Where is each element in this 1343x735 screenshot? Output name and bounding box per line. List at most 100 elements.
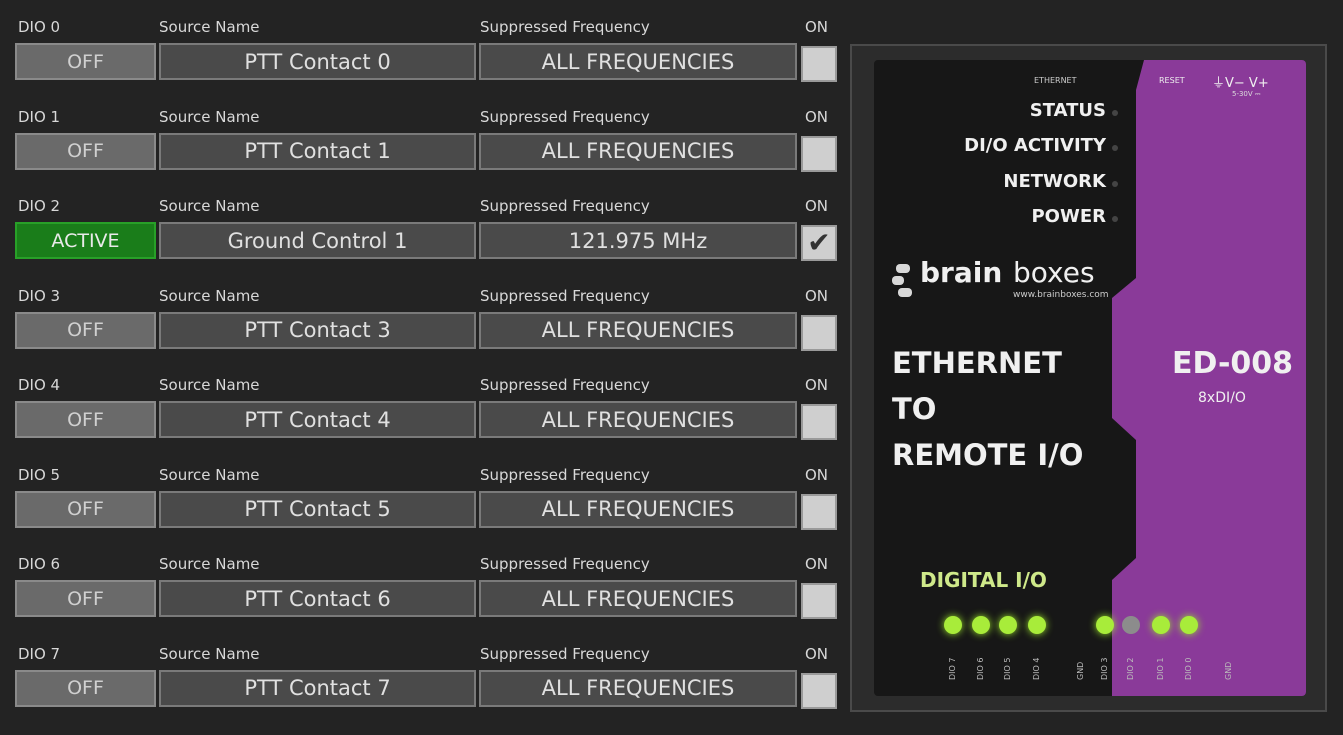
on-checkbox[interactable] bbox=[801, 583, 837, 619]
network-led bbox=[1112, 181, 1118, 187]
on-label: ON bbox=[805, 465, 829, 484]
state-button[interactable]: OFF bbox=[15, 401, 156, 438]
state-button[interactable]: OFF bbox=[15, 490, 156, 528]
on-label: ON bbox=[805, 286, 829, 305]
brand-bold: brain bbox=[920, 256, 1003, 289]
source-name-label: Source Name bbox=[159, 286, 260, 305]
source-name-field[interactable]: PTT Contact 7 bbox=[159, 669, 476, 707]
on-label: ON bbox=[805, 376, 829, 394]
dio-row: DIO 0 Source Name Suppressed Frequency O… bbox=[15, 18, 845, 108]
on-checkbox[interactable] bbox=[801, 46, 837, 82]
io-pin-label: DIO 3 bbox=[1100, 657, 1109, 680]
io-led bbox=[1180, 616, 1198, 634]
reset-label: RESET bbox=[1159, 76, 1185, 85]
source-name-field[interactable]: PTT Contact 1 bbox=[159, 132, 476, 170]
checkmark-icon: ✔ bbox=[807, 226, 831, 259]
dio-activity-led bbox=[1112, 145, 1118, 151]
suppressed-frequency-label: Suppressed Frequency bbox=[480, 376, 650, 394]
gnd-label-left: GND bbox=[1076, 661, 1085, 680]
ground-icon: ⏚ bbox=[1212, 76, 1226, 91]
io-pin-label: DIO 5 bbox=[1003, 657, 1012, 680]
power-led bbox=[1112, 216, 1118, 222]
headline-line-2: TO bbox=[892, 392, 937, 426]
dio-row: DIO 2 Source Name Suppressed Frequency O… bbox=[15, 197, 845, 287]
power-terminals: V− V+ bbox=[1225, 76, 1269, 91]
headline-line-3: REMOTE I/O bbox=[892, 438, 1084, 472]
on-checkbox[interactable] bbox=[801, 672, 837, 709]
suppressed-frequency-label: Suppressed Frequency bbox=[480, 555, 650, 573]
dio-row: DIO 6 Source Name Suppressed Frequency O… bbox=[15, 555, 845, 645]
power-label: POWER bbox=[1031, 206, 1106, 227]
state-button[interactable]: ACTIVE bbox=[15, 222, 156, 259]
gnd-label-right: GND bbox=[1224, 661, 1233, 680]
on-checkbox[interactable] bbox=[801, 493, 837, 530]
dio-label: DIO 5 bbox=[18, 465, 61, 484]
dio-label: DIO 7 bbox=[18, 644, 61, 663]
power-terminal-label: ⏚V− V+ bbox=[1212, 72, 1269, 91]
frequency-field[interactable]: 121.975 MHz bbox=[479, 222, 797, 259]
io-led bbox=[999, 616, 1017, 634]
source-name-label: Source Name bbox=[159, 107, 260, 126]
dio-label: DIO 2 bbox=[18, 197, 61, 215]
brand-light: boxes bbox=[1013, 256, 1095, 289]
frequency-field[interactable]: ALL FREQUENCIES bbox=[479, 401, 797, 438]
on-label: ON bbox=[805, 197, 829, 215]
source-name-label: Source Name bbox=[159, 555, 260, 573]
state-button[interactable]: OFF bbox=[15, 132, 156, 170]
model-sub: 8xDI/O bbox=[1198, 390, 1246, 406]
io-led bbox=[1028, 616, 1046, 634]
on-checkbox[interactable] bbox=[801, 404, 837, 440]
source-name-field[interactable]: PTT Contact 3 bbox=[159, 311, 476, 349]
state-button[interactable]: OFF bbox=[15, 669, 156, 707]
source-name-field[interactable]: PTT Contact 5 bbox=[159, 490, 476, 528]
frequency-field[interactable]: ALL FREQUENCIES bbox=[479, 669, 797, 707]
state-button[interactable]: OFF bbox=[15, 311, 156, 349]
dio-row: DIO 5 Source Name Suppressed Frequency O… bbox=[15, 466, 845, 556]
device-image: ETHERNET RESET ⏚V− V+ 5-30V ⎓ STATUS DI/… bbox=[850, 44, 1327, 712]
source-name-field[interactable]: PTT Contact 0 bbox=[159, 43, 476, 80]
suppressed-frequency-label: Suppressed Frequency bbox=[480, 197, 650, 215]
model-number: ED-008 bbox=[1172, 346, 1294, 381]
digital-io-label: DIGITAL I/O bbox=[920, 568, 1047, 592]
dio-label: DIO 1 bbox=[18, 107, 61, 126]
io-pin-label: DIO 1 bbox=[1156, 657, 1165, 680]
frequency-field[interactable]: ALL FREQUENCIES bbox=[479, 580, 797, 617]
io-pin-label: DIO 0 bbox=[1184, 657, 1193, 680]
dio-row: DIO 3 Source Name Suppressed Frequency O… bbox=[15, 287, 845, 377]
source-name-field[interactable]: Ground Control 1 bbox=[159, 222, 476, 259]
frequency-field[interactable]: ALL FREQUENCIES bbox=[479, 43, 797, 80]
io-led bbox=[1152, 616, 1170, 634]
frequency-field[interactable]: ALL FREQUENCIES bbox=[479, 132, 797, 170]
source-name-field[interactable]: PTT Contact 4 bbox=[159, 401, 476, 438]
source-name-label: Source Name bbox=[159, 376, 260, 394]
on-label: ON bbox=[805, 555, 829, 573]
brainboxes-logo: brain boxes www.brainboxes.com bbox=[892, 256, 1132, 316]
status-led bbox=[1112, 110, 1118, 116]
io-led bbox=[1096, 616, 1114, 634]
dio-label: DIO 4 bbox=[18, 376, 61, 394]
dio-label: DIO 0 bbox=[18, 18, 61, 36]
dio-row: DIO 4 Source Name Suppressed Frequency O… bbox=[15, 376, 845, 466]
ethernet-small-label: ETHERNET bbox=[1034, 76, 1077, 85]
io-led bbox=[972, 616, 990, 634]
on-label: ON bbox=[805, 18, 829, 36]
on-checkbox[interactable]: ✔ bbox=[801, 225, 837, 261]
io-pin-label: DIO 6 bbox=[976, 657, 985, 680]
state-button[interactable]: OFF bbox=[15, 580, 156, 617]
frequency-field[interactable]: ALL FREQUENCIES bbox=[479, 311, 797, 349]
dio-label: DIO 3 bbox=[18, 286, 61, 305]
headline-line-1: ETHERNET bbox=[892, 346, 1062, 380]
voltage-label: 5-30V ⎓ bbox=[1232, 90, 1261, 98]
on-checkbox[interactable] bbox=[801, 314, 837, 351]
frequency-field[interactable]: ALL FREQUENCIES bbox=[479, 490, 797, 528]
source-name-field[interactable]: PTT Contact 6 bbox=[159, 580, 476, 617]
network-label: NETWORK bbox=[1003, 171, 1106, 192]
state-button[interactable]: OFF bbox=[15, 43, 156, 80]
on-checkbox[interactable] bbox=[801, 135, 837, 172]
suppressed-frequency-label: Suppressed Frequency bbox=[480, 107, 650, 126]
suppressed-frequency-label: Suppressed Frequency bbox=[480, 465, 650, 484]
io-led bbox=[944, 616, 962, 634]
suppressed-frequency-label: Suppressed Frequency bbox=[480, 286, 650, 305]
brand-url: www.brainboxes.com bbox=[1013, 290, 1109, 300]
dio-row: DIO 7 Source Name Suppressed Frequency O… bbox=[15, 645, 845, 735]
